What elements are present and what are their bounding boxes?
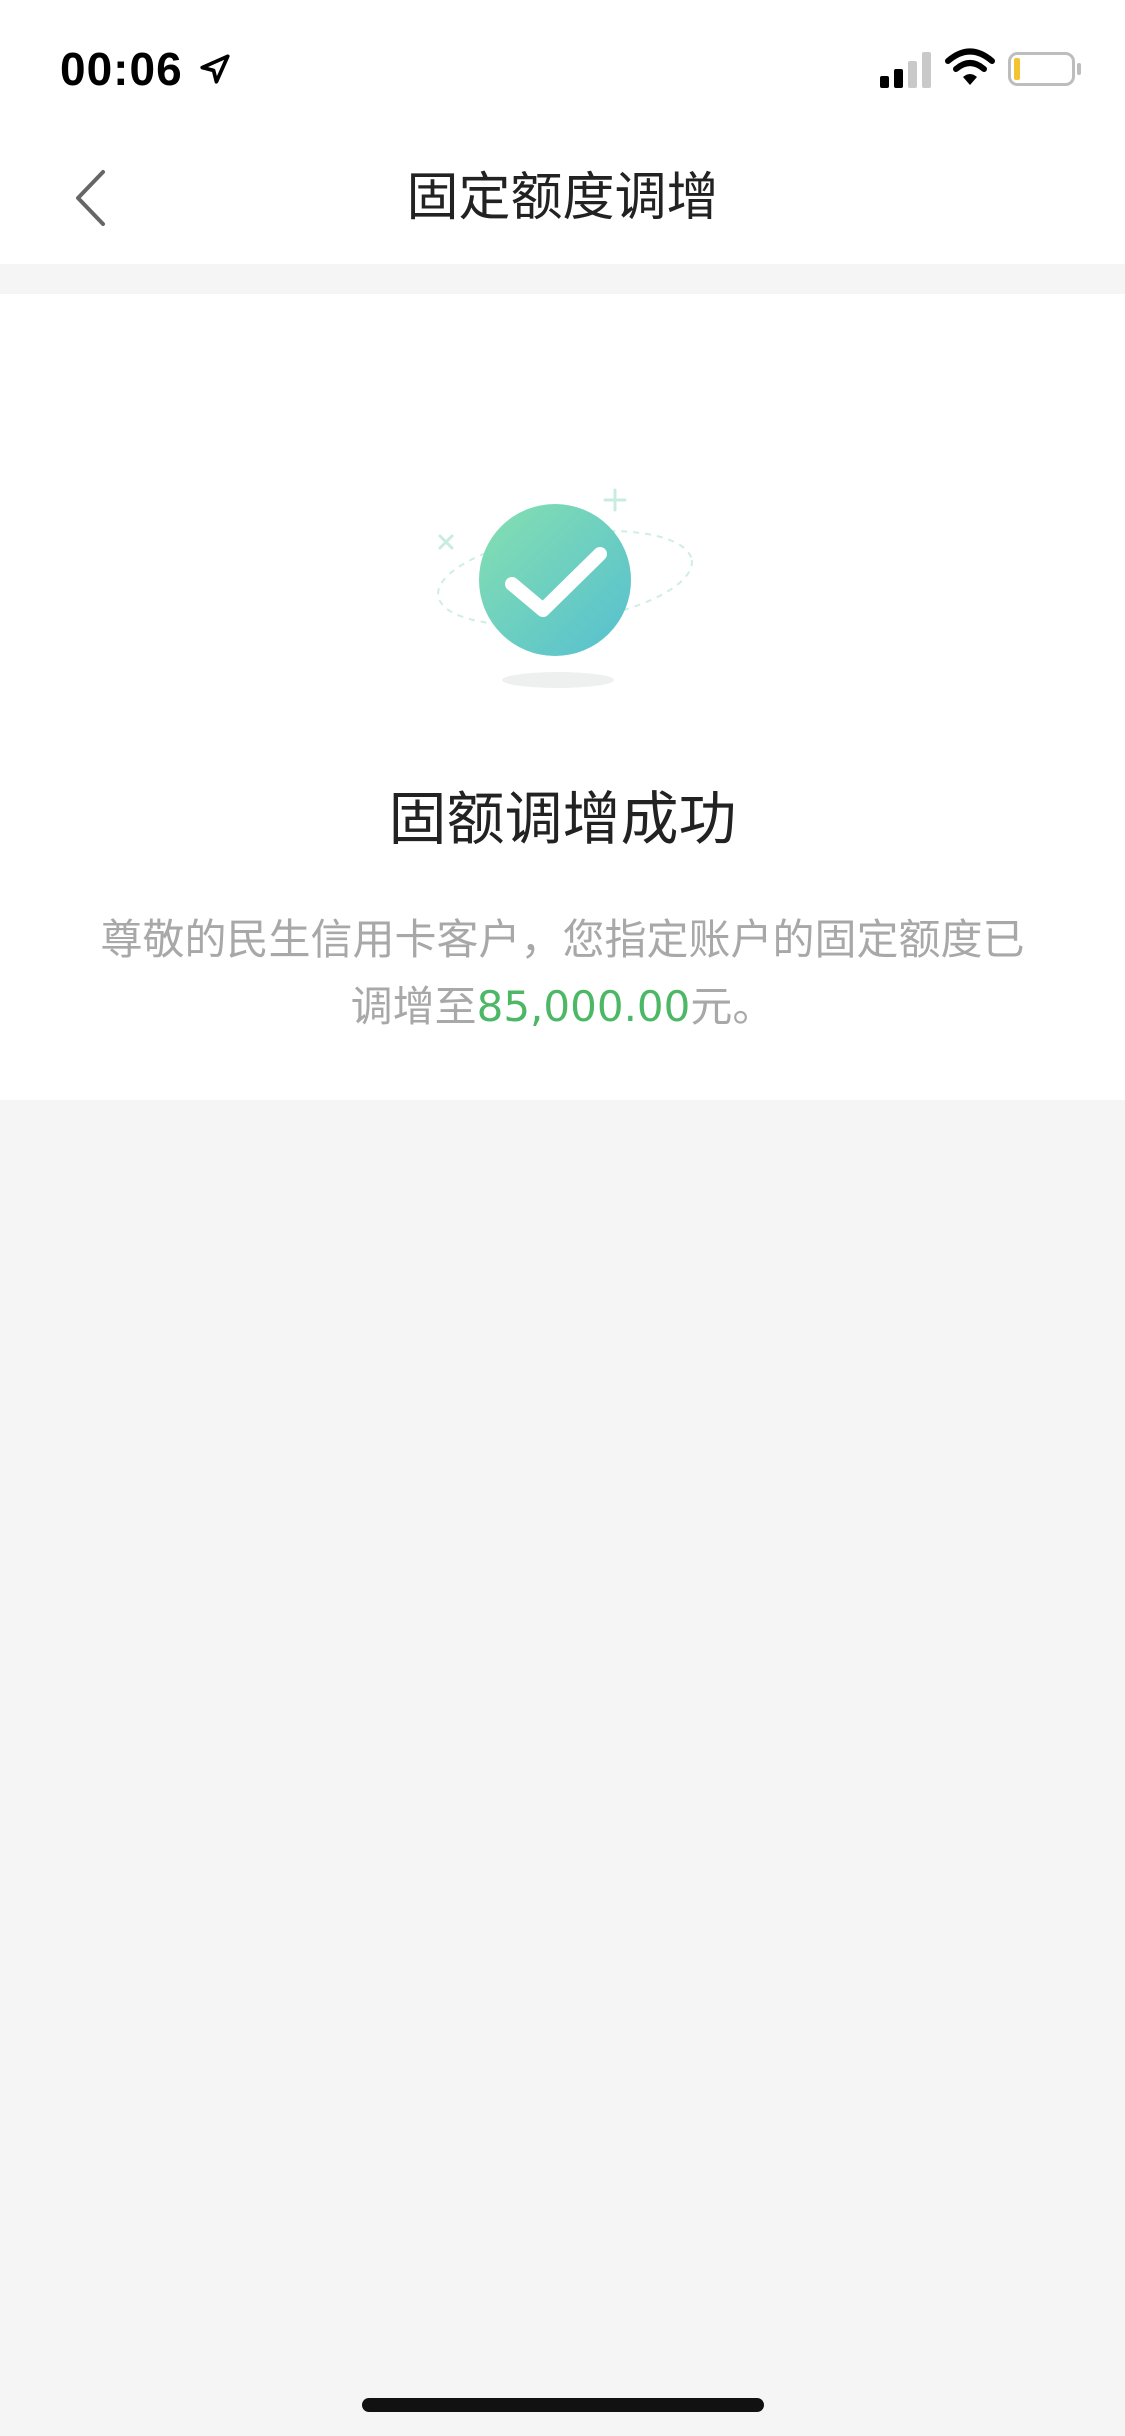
- status-time: 00:06: [60, 43, 183, 95]
- location-arrow-icon: [200, 54, 230, 84]
- battery-icon: [1008, 52, 1081, 86]
- wifi-icon: [945, 48, 995, 85]
- status-bar: 00:06: [0, 0, 1125, 132]
- description-suffix: 元。: [690, 982, 775, 1031]
- result-card: 固额调增成功 尊敬的民生信用卡客户，您指定账户的固定额度已调增至85,000.0…: [0, 294, 1125, 1100]
- success-check-icon: [437, 488, 693, 688]
- success-description: 尊敬的民生信用卡客户，您指定账户的固定额度已调增至85,000.00元。: [100, 906, 1025, 1040]
- credit-limit-amount: 85,000.00: [476, 982, 691, 1031]
- navigation-bar: 固定额度调增: [0, 132, 1125, 264]
- home-indicator: [362, 2398, 764, 2412]
- cellular-signal-icon: [880, 52, 931, 88]
- success-title: 固额调增成功: [388, 785, 737, 853]
- page-title: 固定额度调增: [406, 168, 719, 228]
